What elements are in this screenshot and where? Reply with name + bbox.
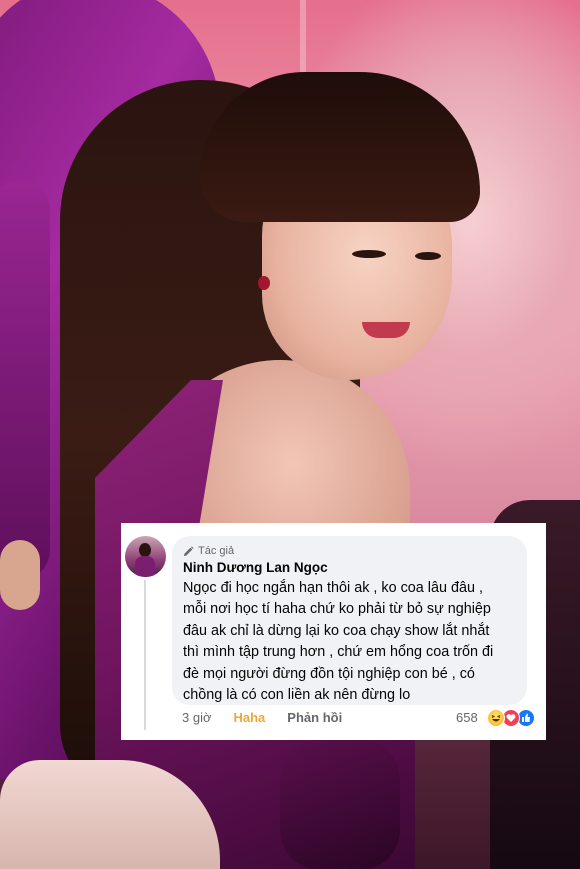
reaction-count[interactable]: 658 [456, 710, 478, 725]
photo-left-hand [0, 540, 40, 610]
comment-line: đè mọi người đừng đồn tội nghiệp con bé … [183, 665, 475, 682]
photo-earring [258, 276, 270, 290]
photo-left-arm [0, 180, 50, 580]
author-badge-label: Tác giả [198, 545, 235, 557]
photo-hair-top [200, 72, 480, 222]
avatar[interactable] [125, 536, 166, 577]
comment-bubble: Tác giả Ninh Dương Lan Ngọc Ngọc đi học … [172, 536, 527, 705]
comment-line: mỗi nơi học tí haha chứ ko phải từ bỏ sự… [183, 601, 491, 618]
reaction-icons[interactable] [487, 709, 535, 727]
pencil-icon [183, 545, 194, 557]
photo-eye [415, 252, 441, 260]
comment-text: Ngọc đi học ngắn hạn thôi ak , ko coa lâ… [183, 578, 523, 706]
author-name[interactable]: Ninh Dương Lan Ngọc [183, 560, 328, 575]
avatar-body [135, 556, 155, 577]
reply-button[interactable]: Phản hồi [287, 710, 342, 725]
avatar-head [139, 543, 151, 557]
photo-eye [352, 250, 386, 258]
comment-actions: 3 giờ Haha Phản hồi [182, 710, 342, 725]
haha-icon [487, 709, 505, 727]
comment-line: thì mình tập trung hơn , chứ em hổng coa… [183, 644, 494, 661]
author-badge: Tác giả [183, 545, 234, 557]
comment-card: Tác giả Ninh Dương Lan Ngọc Ngọc đi học … [121, 523, 546, 740]
photo-glove [280, 740, 400, 869]
comment-line: đâu ak chỉ là dừng lại ko coa chạy show … [183, 622, 490, 639]
comment-line: chồng là có con liền ak nên đừng lo [183, 687, 411, 704]
comment-timestamp[interactable]: 3 giờ [182, 710, 212, 725]
haha-reaction-button[interactable]: Haha [234, 710, 266, 725]
thread-line [144, 580, 146, 730]
comment-line: Ngọc đi học ngắn hạn thôi ak , ko coa lâ… [183, 580, 484, 596]
